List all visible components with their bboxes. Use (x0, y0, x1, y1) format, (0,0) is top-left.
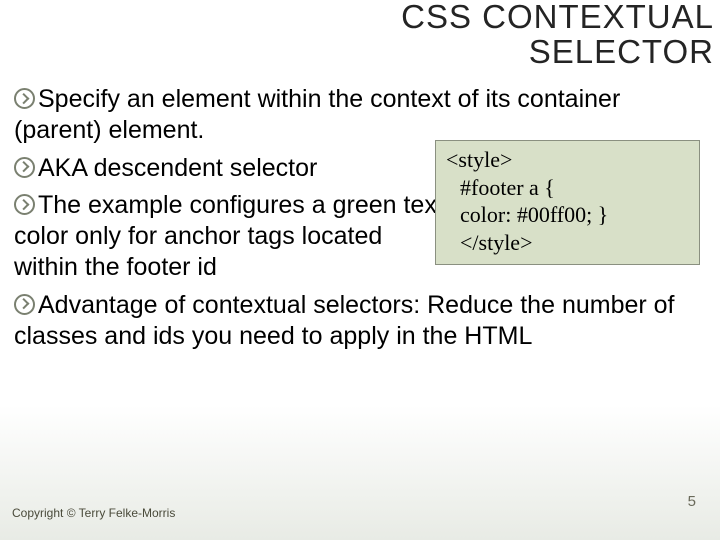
code-line-3: color: #00ff00; } (446, 201, 689, 229)
bullet-4: Advantage of contextual selectors: Reduc… (14, 290, 704, 353)
title-line-2: SELECTOR (401, 35, 714, 70)
bullet-3-text: The example configures a green text colo… (14, 191, 444, 282)
arrow-circle-icon (14, 294, 35, 315)
bullet-2: AKA descendent selector (14, 153, 414, 184)
arrow-circle-icon (14, 88, 35, 109)
bullet-1: Specify an element within the context of… (14, 84, 704, 147)
bullet-2-text: AKA descendent selector (38, 154, 317, 182)
arrow-circle-icon (14, 194, 35, 215)
title-line-1: CSS CONTEXTUAL (401, 0, 714, 35)
bullet-1-text: Specify an element within the context of… (14, 85, 620, 144)
code-example: <style> #footer a { color: #00ff00; } </… (435, 140, 700, 265)
page-number: 5 (688, 493, 696, 510)
code-line-2: #footer a { (446, 174, 689, 202)
bullet-3: The example configures a green text colo… (14, 190, 444, 284)
slide-title: CSS CONTEXTUAL SELECTOR (401, 0, 714, 69)
bullet-4-text: Advantage of contextual selectors: Reduc… (14, 291, 675, 350)
code-line-1: <style> (446, 146, 689, 174)
copyright-text: Copyright © Terry Felke-Morris (12, 506, 175, 520)
arrow-circle-icon (14, 157, 35, 178)
code-line-4: </style> (446, 229, 689, 257)
